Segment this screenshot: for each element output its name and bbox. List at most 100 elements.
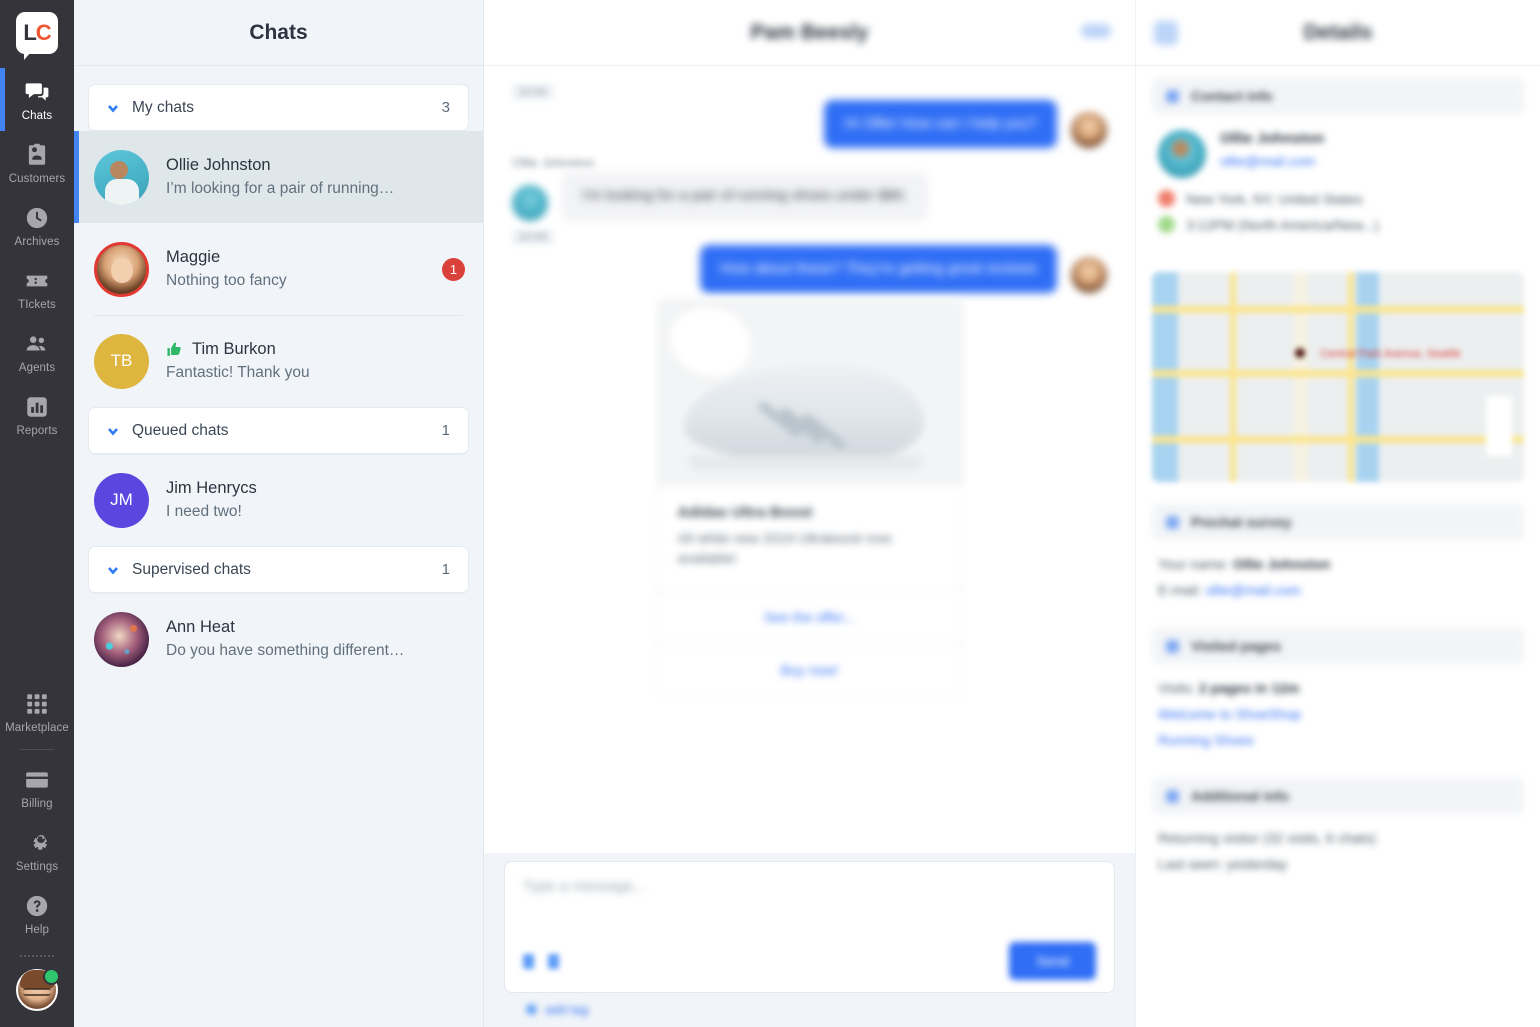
current-user-avatar[interactable] — [16, 968, 60, 1011]
chat-list-body: My chats 3 Ollie Johnston I’m looking fo… — [74, 66, 483, 1027]
tickets-icon — [24, 268, 50, 294]
sidebar-item-archives[interactable]: Archives — [0, 194, 74, 257]
group-header-supervised-chats[interactable]: Supervised chats 1 — [88, 546, 469, 593]
chat-item-name: Maggie — [166, 248, 221, 266]
section-body-contact-info: Ollie Johnston ollie@mail.com New York, … — [1152, 130, 1524, 262]
section-label-additional-info: Additional info — [1191, 788, 1289, 804]
chat-list-item-tim-burkon[interactable]: TB Tim Burkon Fantastic! Thank you — [74, 315, 483, 407]
avatar-initials: TB — [94, 333, 149, 389]
add-tag-bar[interactable]: add tag — [504, 993, 1115, 1027]
message-input[interactable]: Type a message... — [523, 878, 1096, 942]
sidebar-item-tickets[interactable]: TIckets — [0, 257, 74, 320]
map-zoom-controls[interactable] — [1486, 396, 1512, 456]
close-icon[interactable] — [1154, 21, 1178, 45]
product-title: Adidas Ultra Boost — [677, 503, 813, 521]
sidebar-item-settings[interactable]: Settings — [0, 819, 74, 882]
group-header-my-chats[interactable]: My chats 3 — [88, 84, 469, 131]
sidebar-item-chats[interactable]: Chats — [0, 68, 74, 131]
sidebar-label-settings: Settings — [15, 861, 59, 873]
sidebar-label-tickets: TIckets — [18, 299, 56, 311]
contact-name: Ollie Johnston — [1220, 130, 1325, 147]
chat-item-meta: Ann Heat Do you have something different… — [166, 618, 465, 660]
composer-footer: Send — [523, 942, 1096, 980]
chat-item-preview: Do you have something different… — [166, 642, 405, 659]
marketplace-icon — [24, 691, 50, 717]
chat-list-item-maggie[interactable]: Maggie Nothing too fancy 1 — [74, 223, 483, 315]
section-body-visited-pages: Visits: 2 pages in 12m Welcome to ShoeSh… — [1152, 680, 1524, 778]
chat-item-preview: I need two! — [166, 503, 242, 520]
details-title: Details — [1303, 20, 1373, 44]
chevron-down-icon — [105, 562, 121, 578]
chat-item-name: Ollie Johnston — [166, 156, 271, 174]
message-sender-name: Ollie Johnston — [512, 155, 595, 171]
prechat-email-row: E-mail: ollie@mail.com — [1158, 582, 1518, 598]
section-label-contact-info: Contact info — [1191, 88, 1273, 104]
sidebar-item-billing[interactable]: Billing — [0, 756, 74, 819]
location-pin-icon — [1158, 190, 1175, 207]
visited-page-link-1[interactable]: Welcome to ShoeShop — [1158, 706, 1518, 722]
composer-area: Type a message... Send add tag — [484, 853, 1135, 1027]
emoji-icon[interactable] — [548, 953, 559, 969]
contact-email-link[interactable]: ollie@mail.com — [1220, 153, 1315, 169]
attachment-icon[interactable] — [523, 953, 534, 969]
chat-list-item-ann-heat[interactable]: Ann Heat Do you have something different… — [74, 593, 483, 685]
sidebar-item-marketplace[interactable]: Marketplace — [0, 680, 74, 743]
section-header-additional-info[interactable]: Additional info — [1152, 778, 1524, 814]
chat-list-item-ollie-johnston[interactable]: Ollie Johnston I’m looking for a pair of… — [74, 131, 483, 223]
sidebar-item-agents[interactable]: Agents — [0, 320, 74, 383]
chat-item-meta: Jim Henrycs I need two! — [166, 479, 465, 521]
section-header-visited-pages[interactable]: Visited pages — [1152, 628, 1524, 664]
prechat-name-row: Your name: Ollie Johnston — [1158, 556, 1518, 572]
prechat-email-value[interactable]: ollie@mail.com — [1205, 582, 1300, 598]
chat-actions-button[interactable] — [1081, 24, 1111, 38]
avatar — [1071, 256, 1107, 293]
chat-item-name: Ann Heat — [166, 618, 235, 636]
group-header-queued-chats[interactable]: Queued chats 1 — [88, 407, 469, 454]
sidebar-item-customers[interactable]: Customers — [0, 131, 74, 194]
send-button[interactable]: Send — [1009, 942, 1096, 980]
returning-visitor-text: Returning visitor (32 visits, 6 chats) — [1158, 830, 1376, 846]
product-buy-now-button[interactable]: Buy now! — [657, 643, 962, 696]
sidebar-label-agents: Agents — [18, 362, 56, 374]
sidebar-label-help: Help — [24, 924, 50, 936]
chats-icon — [24, 79, 50, 105]
message-composer[interactable]: Type a message... Send — [504, 861, 1115, 993]
section-header-prechat-survey[interactable]: Prechat survey — [1152, 504, 1524, 540]
section-body-additional-info: Returning visitor (32 visits, 6 chats) L… — [1152, 830, 1524, 902]
contact-location: New York, NY, United States — [1186, 190, 1363, 207]
contact-local-time: 3:12PM (North America/New...) — [1186, 216, 1379, 233]
product-see-offer-button[interactable]: See the offer... — [657, 590, 962, 643]
section-header-contact-info[interactable]: Contact info — [1152, 78, 1524, 114]
nav-divider — [20, 749, 54, 750]
page-title: Chats — [249, 20, 308, 44]
group-count-supervised-chats: 1 — [441, 561, 450, 578]
unread-badge: 1 — [442, 257, 465, 281]
message-timestamp: 12:03 — [512, 228, 554, 245]
livechat-logo: LC — [16, 12, 58, 60]
avatar — [94, 241, 149, 297]
sidebar-label-marketplace: Marketplace — [5, 722, 69, 734]
chat-list-item-jim-henrycs[interactable]: JM Jim Henrycs I need two! — [74, 454, 483, 546]
chat-messages-scroll[interactable]: 12:01 Hi Ollie! How can I help you? Olli… — [484, 66, 1135, 853]
contact-text: Ollie Johnston ollie@mail.com — [1220, 130, 1324, 171]
sidebar-item-help[interactable]: Help — [0, 882, 74, 945]
visited-page-link-2[interactable]: Running Shoes — [1158, 732, 1518, 748]
location-map[interactable]: Central Park Avenue, Seattle — [1152, 272, 1524, 482]
sidebar-label-reports: Reports — [16, 425, 58, 437]
section-body-prechat-survey: Your name: Ollie Johnston E-mail: ollie@… — [1152, 556, 1524, 628]
avatar — [94, 149, 149, 205]
product-card[interactable]: Adidas Ultra Boost All white new 2019 Ul… — [656, 298, 963, 698]
contact-summary: Ollie Johnston ollie@mail.com — [1158, 130, 1518, 178]
avatar — [1071, 112, 1107, 149]
chevron-down-icon — [1166, 515, 1179, 529]
thumbs-up-icon — [166, 341, 183, 358]
chat-item-name-row: Tim Burkon — [166, 340, 465, 359]
product-card-body: Adidas Ultra Boost All white new 2019 Ul… — [658, 486, 962, 591]
sidebar-item-reports[interactable]: Reports — [0, 383, 74, 446]
group-label-supervised-chats: Supervised chats — [132, 560, 251, 578]
app-root: LC Chats Customers Archives TIckets Agen… — [0, 0, 1540, 1027]
chevron-down-icon — [1166, 639, 1179, 653]
chat-item-meta: Maggie Nothing too fancy — [166, 248, 442, 290]
agents-icon — [24, 331, 50, 357]
plus-icon — [526, 1004, 537, 1015]
